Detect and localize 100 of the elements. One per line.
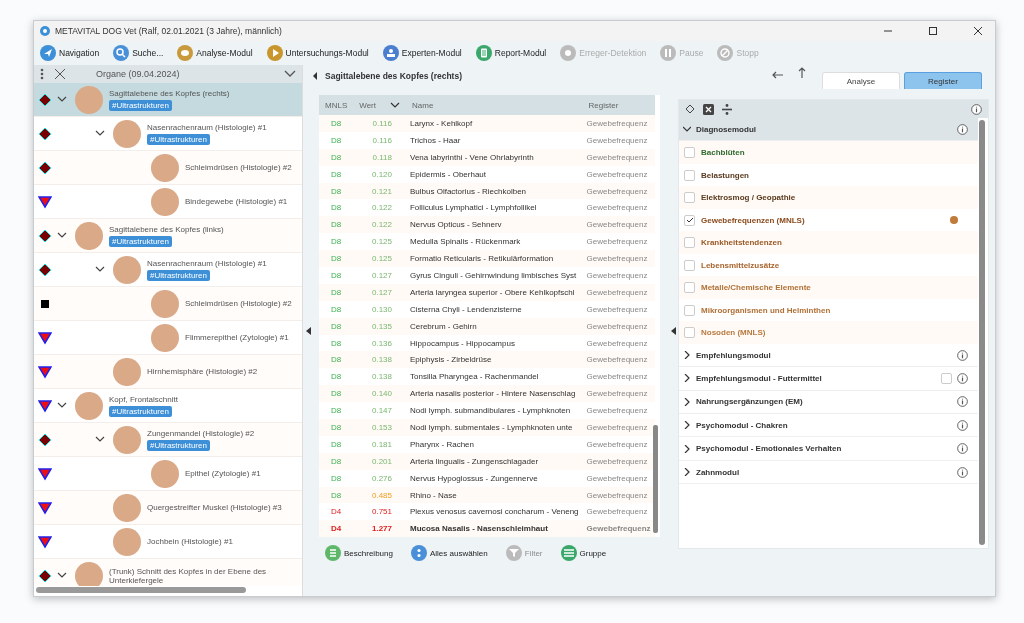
tree-item[interactable]: Schleimdrüsen (Histologie) #2 — [34, 151, 302, 185]
sort-icon[interactable] — [390, 101, 400, 108]
checkbox[interactable] — [684, 304, 695, 316]
chevron-icon[interactable] — [57, 232, 67, 239]
register-item[interactable]: Krankheitstendenzen — [679, 231, 978, 254]
checkbox[interactable] — [684, 237, 695, 249]
info-icon[interactable] — [957, 443, 968, 455]
module-header[interactable]: Psychomodul - Chakren — [679, 414, 978, 438]
triangle-marker-icon — [38, 398, 52, 413]
action-button[interactable]: Gruppe — [560, 545, 607, 562]
toolbar-button[interactable]: Untersuchungs-Modul — [266, 45, 373, 61]
table-cell: Arteria nasalis posterior - Hintere Nasenschlag — [406, 385, 583, 403]
collapse-right-icon[interactable] — [670, 326, 676, 335]
info-icon[interactable] — [957, 123, 968, 135]
tree-item[interactable]: Epithel (Zytologie) #1 — [34, 457, 302, 491]
scrollbar-thumb[interactable] — [36, 587, 246, 593]
up-arrow-icon[interactable] — [798, 67, 806, 79]
toolbar-button[interactable]: Suche... — [113, 45, 168, 61]
info-icon[interactable] — [957, 466, 968, 478]
diamond-icon[interactable] — [685, 104, 695, 114]
back-arrow-icon[interactable] — [772, 71, 784, 79]
action-button[interactable]: Alles auswählen — [410, 545, 488, 562]
collapse-left-icon[interactable] — [313, 72, 317, 80]
action-button[interactable]: Beschreibung — [325, 545, 393, 562]
collapse-left-icon[interactable] — [305, 326, 311, 335]
info-icon[interactable] — [957, 372, 968, 384]
tree-item[interactable]: Bindegewebe (Histologie) #1 — [34, 185, 302, 219]
module-header[interactable]: Nahrungsergänzungen (EM) — [679, 390, 978, 415]
chevron-down-icon[interactable] — [284, 70, 296, 78]
more-icon[interactable] — [40, 68, 44, 80]
info-icon[interactable] — [971, 103, 982, 115]
search-icon — [113, 45, 130, 61]
info-icon[interactable] — [957, 349, 968, 361]
checkbox[interactable] — [684, 169, 695, 181]
chevron-icon[interactable] — [57, 402, 67, 409]
register-item[interactable]: Elektrosmog / Geopathie — [679, 186, 978, 209]
tree-item[interactable]: Hirnhemisphäre (Histologie) #2 — [34, 355, 302, 389]
chevron-icon[interactable] — [57, 572, 67, 579]
tree-item[interactable]: Nasenrachenraum (Histologie) #1 #Ultrastrukturen — [34, 117, 302, 151]
scrollbar-thumb[interactable] — [979, 120, 985, 545]
triangle-marker-icon — [38, 364, 52, 379]
table-cell: Gewebefrequenz — [582, 131, 655, 149]
close-icon[interactable] — [973, 26, 983, 36]
checkbox[interactable] — [684, 327, 695, 339]
column-header[interactable]: Wert — [353, 95, 406, 115]
checkbox[interactable] — [684, 282, 695, 294]
info-icon[interactable] — [957, 396, 968, 408]
register-item[interactable]: Belastungen — [679, 163, 978, 187]
chevron-right-icon — [683, 421, 691, 430]
checkbox[interactable] — [684, 147, 695, 159]
tissue-picture-placeholder — [75, 561, 103, 586]
toolbar-button[interactable]: Navigation — [40, 45, 104, 61]
tab[interactable]: Analyse — [822, 72, 900, 89]
collapse-all-icon[interactable] — [54, 68, 66, 80]
tree-item[interactable]: Sagittalebene des Kopfes (rechts) #Ultrastrukturen — [34, 83, 302, 117]
toolbar-button[interactable]: Experten-Modul — [382, 45, 466, 61]
checkbox[interactable] — [684, 192, 695, 204]
toolbar-button[interactable]: Report-Modul — [475, 45, 551, 61]
checkbox[interactable] — [684, 214, 695, 226]
tab[interactable]: Register — [904, 72, 982, 89]
tree-item[interactable]: Zungenmandel (Histologie) #2 #Ultrastrukturen — [34, 423, 302, 457]
register-item[interactable]: Bachblüten — [679, 141, 978, 164]
module-header[interactable]: Diagnosemodul — [679, 118, 978, 142]
chevron-icon[interactable] — [95, 130, 105, 137]
checkbox[interactable] — [941, 372, 952, 384]
chevron-icon[interactable] — [95, 436, 105, 443]
info-icon[interactable] — [957, 419, 968, 431]
module-header[interactable]: Empfehlungsmodul - Futtermittel — [679, 367, 978, 391]
scrollbar-thumb[interactable] — [653, 425, 658, 534]
checkbox[interactable] — [684, 259, 695, 271]
clear-icon[interactable] — [703, 103, 714, 115]
register-item[interactable]: Nosoden (MNLS) — [679, 321, 978, 344]
module-header[interactable]: Psychomodul - Emotionales Verhalten — [679, 437, 978, 461]
module-header[interactable]: Empfehlungsmodul — [679, 343, 978, 368]
menu-icon — [560, 545, 577, 562]
table-cell: 0.485 — [353, 486, 406, 504]
column-header[interactable]: Name — [406, 95, 583, 115]
tree-item[interactable]: Nasenrachenraum (Histologie) #1 #Ultrastrukturen — [34, 253, 302, 287]
toolbar-button[interactable]: Analyse-Modul — [177, 45, 257, 61]
tree-item[interactable]: Flimmerepithel (Zytologie) #1 — [34, 321, 302, 355]
table-cell: Gewebefrequenz — [582, 182, 655, 200]
module-header[interactable]: Zahnmodul — [679, 460, 978, 485]
tree-item[interactable]: Jochbein (Histologie) #1 — [34, 525, 302, 559]
register-item[interactable]: Mikroorganismen und Helminthen — [679, 298, 978, 322]
register-item[interactable]: Metalle/Chemische Elemente — [679, 276, 978, 299]
column-header[interactable]: Register — [582, 95, 655, 115]
maximize-icon[interactable] — [928, 26, 938, 36]
tree-item[interactable]: Sagittalebene des Kopfes (links) #Ultrastrukturen — [34, 219, 302, 253]
tree-item[interactable]: Schleimdrüsen (Histologie) #2 — [34, 287, 302, 321]
divide-icon[interactable] — [722, 103, 732, 115]
register-item[interactable]: Gewebefrequenzen (MNLS) — [679, 208, 978, 232]
column-header[interactable]: MNLS — [319, 95, 354, 115]
register-item[interactable]: Lebensmittelzusätze — [679, 253, 978, 277]
tree-item[interactable]: Kopf, Frontalschnitt #Ultrastrukturen — [34, 389, 302, 423]
tree-item[interactable]: (Trunk) Schnitt des Kopfes in der Ebene des Unterkiefergele — [34, 559, 302, 586]
chevron-icon[interactable] — [57, 96, 67, 103]
chevron-icon[interactable] — [95, 266, 105, 273]
register-label: Lebensmittelzusätze — [701, 260, 781, 270]
table-cell: D8 — [319, 165, 354, 183]
tree-item[interactable]: Quergestreifter Muskel (Histologie) #3 — [34, 491, 302, 525]
